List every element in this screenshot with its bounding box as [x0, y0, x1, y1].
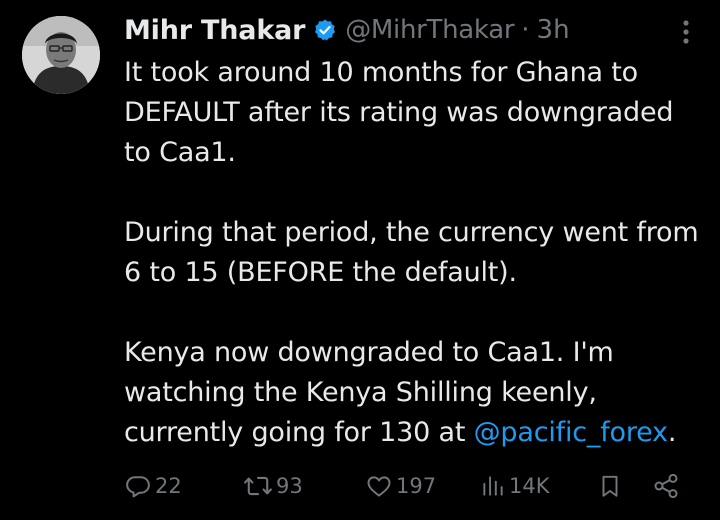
tweet-paragraph-2: During that period, the currency went fr…	[124, 217, 699, 288]
separator-dot: ·	[521, 15, 530, 45]
repost-icon	[244, 476, 272, 496]
more-options-icon[interactable]	[680, 18, 692, 46]
avatar[interactable]	[22, 16, 100, 94]
tweet: Mihr Thakar @MihrThakar · 3h It took aro…	[0, 0, 720, 520]
tweet-paragraph-1: It took around 10 months for Ghana to DE…	[124, 57, 674, 168]
heart-icon	[367, 476, 391, 497]
tweet-header: Mihr Thakar @MihrThakar · 3h	[124, 14, 570, 46]
timestamp[interactable]: 3h	[537, 15, 570, 45]
share-button[interactable]	[652, 468, 680, 504]
views-count: 14K	[509, 474, 550, 498]
verified-badge-icon	[313, 18, 337, 42]
views-icon	[483, 476, 503, 496]
reply-button[interactable]: 22	[124, 468, 182, 504]
tweet-paragraph-3: Kenya now downgraded to Caa1. I'm watchi…	[124, 333, 704, 453]
bookmark-button[interactable]	[597, 468, 623, 504]
repost-button[interactable]: 93	[243, 468, 303, 504]
display-name[interactable]: Mihr Thakar	[124, 15, 305, 46]
handle[interactable]: @MihrThakar	[345, 15, 514, 45]
like-button[interactable]: 197	[365, 468, 436, 504]
tweet-text: It took around 10 months for Ghana to DE…	[124, 53, 704, 453]
reply-icon	[126, 476, 150, 498]
like-count: 197	[396, 474, 437, 498]
bookmark-icon	[602, 475, 618, 497]
avatar-image	[22, 16, 100, 94]
action-bar: 22 93 197 14K	[0, 468, 720, 504]
share-icon	[654, 473, 678, 499]
reply-count: 22	[155, 474, 182, 498]
tweet-paragraph-3-end: .	[667, 417, 677, 448]
views-button[interactable]: 14K	[480, 468, 550, 504]
repost-count: 93	[276, 474, 303, 498]
mention-link[interactable]: @pacific_forex	[474, 417, 668, 448]
